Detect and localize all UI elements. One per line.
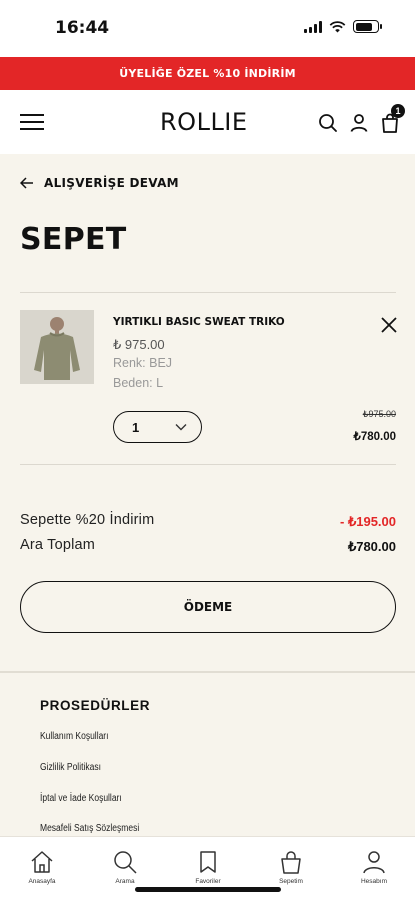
nav-account[interactable]: Hesabım	[342, 849, 406, 885]
product-color: Renk: BEJ	[113, 356, 173, 370]
discount-value: - ₺195.00	[340, 514, 396, 529]
battery-icon	[353, 20, 382, 33]
search-icon[interactable]	[317, 112, 339, 134]
status-time: 16:44	[55, 18, 110, 38]
bookmark-icon	[200, 851, 216, 873]
arrow-left-icon	[20, 177, 33, 189]
nav-search[interactable]: Arama	[93, 849, 157, 885]
brand-logo[interactable]: ROLLIE	[160, 108, 248, 136]
product-unit-price: ₺ 975.00	[113, 337, 165, 352]
status-icons	[304, 20, 382, 33]
sweater-product-photo	[20, 310, 94, 384]
shopping-bag-icon	[281, 851, 301, 874]
user-icon	[363, 851, 385, 874]
nav-search-label: Arama	[115, 878, 135, 885]
remove-item-button[interactable]	[379, 315, 399, 335]
nav-favorites[interactable]: Favoriler	[176, 849, 240, 885]
discount-label: Sepette %20 İndirim	[20, 512, 155, 528]
checkout-button[interactable]: ÖDEME	[20, 581, 396, 633]
cellular-signal-icon	[304, 20, 322, 33]
product-image[interactable]	[20, 310, 94, 384]
search-icon	[114, 851, 137, 874]
nav-home[interactable]: Anasayfa	[10, 849, 74, 885]
footer-heading: PROSEDÜRLER	[40, 698, 151, 713]
home-indicator	[135, 887, 281, 892]
subtotal-value: ₺780.00	[347, 539, 396, 554]
user-icon[interactable]	[348, 112, 370, 134]
product-size: Beden: L	[113, 376, 164, 390]
product-name[interactable]: YIRTIKLI BASIC SWEAT TRIKO	[113, 316, 285, 328]
nav-account-label: Hesabım	[360, 878, 387, 885]
subtotal-label: Ara Toplam	[20, 537, 96, 553]
site-header: ROLLIE 1	[0, 90, 415, 154]
footer-divider	[0, 671, 415, 673]
promo-banner[interactable]: ÜYELİĞE ÖZEL %10 İNDİRİM	[0, 57, 415, 90]
footer-link-distance-sales[interactable]: Mesafeli Satış Sözleşmesi	[40, 823, 139, 834]
divider	[20, 464, 396, 465]
wifi-icon	[329, 20, 346, 32]
footer-link-terms[interactable]: Kullanım Koşulları	[40, 731, 109, 742]
quantity-value: 1	[132, 419, 140, 435]
item-new-price: ₺780.00	[353, 431, 397, 443]
chevron-down-icon	[175, 424, 187, 431]
quantity-select[interactable]: 1	[113, 411, 202, 443]
continue-shopping-label: ALIŞVERİŞE DEVAM	[44, 176, 179, 190]
item-old-price: ₺975.00	[362, 409, 396, 419]
cart-button[interactable]: 1	[379, 104, 405, 134]
status-bar: 16:44	[0, 0, 415, 57]
nav-favorites-label: Favoriler	[195, 878, 221, 885]
divider	[20, 292, 396, 293]
hamburger-icon[interactable]	[20, 114, 44, 130]
nav-cart-label: Sepetim	[279, 878, 303, 885]
nav-cart[interactable]: Sepetim	[259, 849, 323, 885]
page-title: SEPET	[20, 222, 127, 257]
home-icon	[31, 851, 53, 873]
continue-shopping-link[interactable]: ALIŞVERİŞE DEVAM	[20, 176, 179, 190]
nav-home-label: Anasayfa	[28, 878, 56, 885]
footer-link-privacy[interactable]: Gizlilik Politikası	[40, 762, 101, 773]
cart-count-badge: 1	[391, 104, 405, 118]
footer-link-returns[interactable]: İptal ve İade Koşulları	[40, 793, 122, 804]
